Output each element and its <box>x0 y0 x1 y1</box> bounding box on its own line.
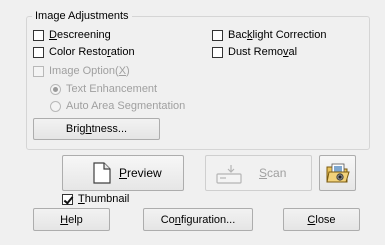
descreening-label: Descreening <box>49 29 111 41</box>
preview-button[interactable]: Preview <box>62 155 184 191</box>
backlight-correction-checkbox[interactable]: Backlight Correction <box>212 29 326 42</box>
help-label: Help <box>60 213 83 226</box>
document-icon <box>93 162 111 184</box>
scan-button[interactable]: Scan <box>205 155 312 191</box>
save-folder-button[interactable] <box>319 155 356 191</box>
checkbox-box[interactable] <box>33 30 44 41</box>
color-restoration-label: Color Restoration <box>49 46 135 58</box>
descreening-checkbox[interactable]: Descreening <box>33 29 111 42</box>
close-label: Close <box>307 213 336 226</box>
thumbnail-checkbox[interactable]: Thumbnail <box>62 193 129 206</box>
auto-area-segmentation-radio[interactable]: Auto Area Segmentation <box>50 100 185 113</box>
checkbox-box[interactable] <box>212 47 223 58</box>
image-option-checkbox[interactable]: Image Option(X) <box>33 65 130 78</box>
color-restoration-checkbox[interactable]: Color Restoration <box>33 46 135 59</box>
text-enhancement-radio[interactable]: Text Enhancement <box>50 83 157 96</box>
checkbox-box[interactable] <box>62 194 73 205</box>
text-enhancement-label: Text Enhancement <box>66 83 158 95</box>
help-button[interactable]: Help <box>33 208 110 231</box>
configuration-label: Configuration... <box>160 213 236 226</box>
thumbnail-label: Thumbnail <box>78 193 130 205</box>
dust-removal-checkbox[interactable]: Dust Removal <box>212 46 297 59</box>
backlight-correction-label: Backlight Correction <box>228 29 327 41</box>
group-title: Image Adjustments <box>32 9 132 23</box>
auto-area-segmentation-label: Auto Area Segmentation <box>66 100 186 112</box>
scan-label: Scan <box>259 166 287 180</box>
dust-removal-label: Dust Removal <box>228 46 298 58</box>
brightness-button[interactable]: Brightness... <box>33 118 160 140</box>
brightness-label: Brightness... <box>65 123 128 135</box>
checkbox-box[interactable] <box>212 30 223 41</box>
checkbox-box[interactable] <box>33 47 44 58</box>
configuration-button[interactable]: Configuration... <box>143 208 253 231</box>
image-option-label: Image Option(X) <box>49 65 130 77</box>
folder-icon <box>325 163 350 183</box>
radio-dot[interactable] <box>50 84 61 95</box>
scanner-icon <box>216 165 242 184</box>
radio-dot[interactable] <box>50 101 61 112</box>
close-button[interactable]: Close <box>283 208 360 231</box>
checkbox-box[interactable] <box>33 66 44 77</box>
preview-label: Preview <box>119 166 162 180</box>
